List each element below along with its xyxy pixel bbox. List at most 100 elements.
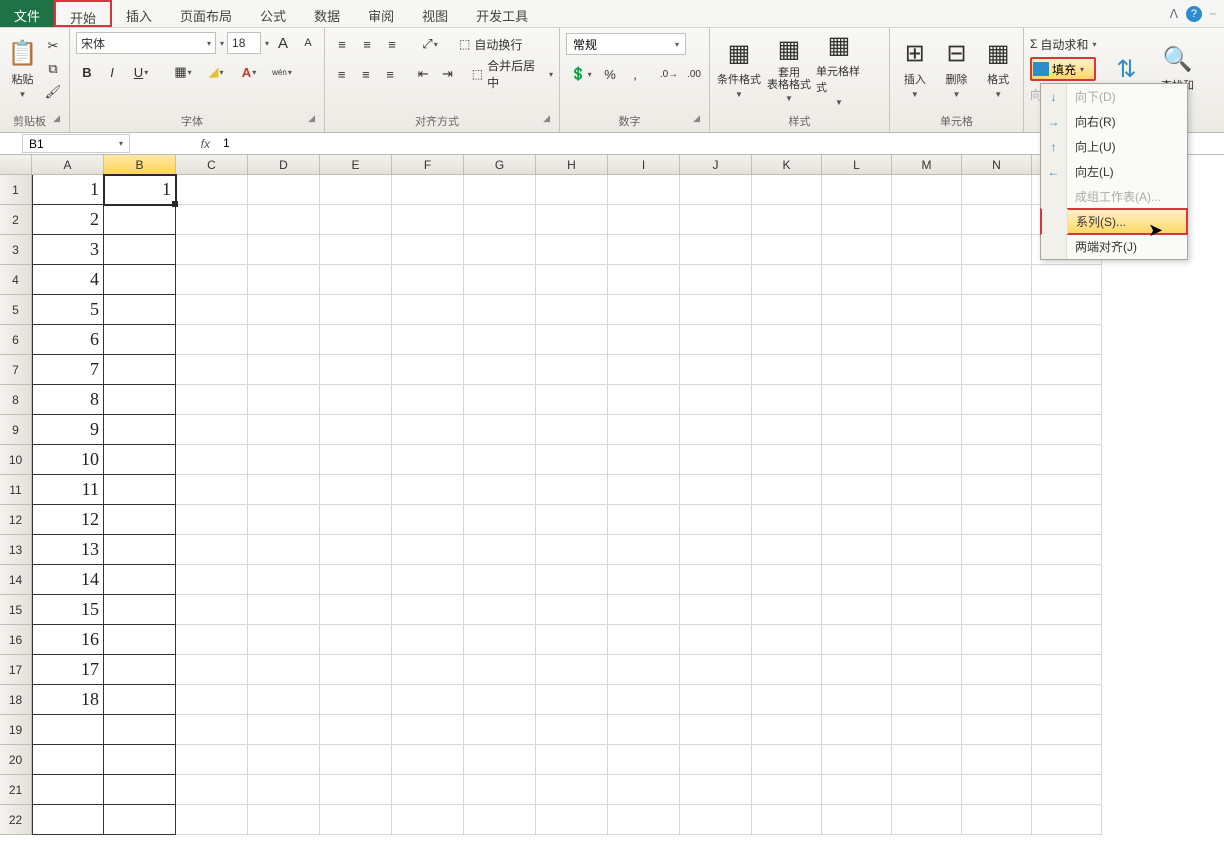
cell[interactable]: [1032, 595, 1102, 625]
column-header[interactable]: K: [752, 155, 822, 175]
cell[interactable]: [104, 385, 176, 415]
cell[interactable]: [752, 355, 822, 385]
row-header[interactable]: 17: [0, 655, 32, 685]
cell[interactable]: [1032, 535, 1102, 565]
row-header[interactable]: 11: [0, 475, 32, 505]
row-header[interactable]: 13: [0, 535, 32, 565]
cell[interactable]: [608, 655, 680, 685]
cell[interactable]: [464, 415, 536, 445]
cell[interactable]: [892, 565, 962, 595]
cell[interactable]: [104, 595, 176, 625]
cell[interactable]: 4: [32, 265, 104, 295]
row-header[interactable]: 6: [0, 325, 32, 355]
cell[interactable]: [536, 685, 608, 715]
row-header[interactable]: 3: [0, 235, 32, 265]
cell[interactable]: [536, 475, 608, 505]
cell[interactable]: [1032, 385, 1102, 415]
row-header[interactable]: 1: [0, 175, 32, 205]
minimize-ribbon-icon[interactable]: ᐱ: [1170, 7, 1178, 21]
menu-tab-formula[interactable]: 公式: [246, 0, 300, 27]
cell[interactable]: [962, 175, 1032, 205]
cell[interactable]: [392, 295, 464, 325]
cell[interactable]: [752, 295, 822, 325]
column-header[interactable]: G: [464, 155, 536, 175]
cell[interactable]: [962, 655, 1032, 685]
cell[interactable]: [962, 415, 1032, 445]
cell[interactable]: [104, 475, 176, 505]
cell[interactable]: [392, 205, 464, 235]
cell[interactable]: [248, 655, 320, 685]
comma-icon[interactable]: ,: [624, 63, 646, 85]
cell[interactable]: [104, 715, 176, 745]
cell[interactable]: [464, 655, 536, 685]
cell[interactable]: [1032, 685, 1102, 715]
chevron-down-icon[interactable]: ▾: [119, 139, 123, 148]
fx-icon[interactable]: fx: [201, 137, 210, 151]
cell[interactable]: [464, 595, 536, 625]
menu-tab-review[interactable]: 审阅: [354, 0, 408, 27]
cell[interactable]: [892, 505, 962, 535]
cell[interactable]: 6: [32, 325, 104, 355]
cell[interactable]: [320, 745, 392, 775]
cell[interactable]: [892, 625, 962, 655]
column-header[interactable]: B: [104, 155, 176, 175]
cell[interactable]: 5: [32, 295, 104, 325]
cell[interactable]: [104, 235, 176, 265]
cell[interactable]: [892, 385, 962, 415]
cell[interactable]: [608, 205, 680, 235]
cell[interactable]: [248, 415, 320, 445]
fill-button[interactable]: 填充 ▾: [1030, 57, 1096, 81]
align-right-icon[interactable]: ≡: [380, 63, 401, 85]
delete-button[interactable]: ⊟ 删除 ▼: [938, 32, 976, 106]
cell[interactable]: [32, 775, 104, 805]
cell[interactable]: [1032, 505, 1102, 535]
cell[interactable]: [680, 775, 752, 805]
cell[interactable]: [680, 235, 752, 265]
dialog-launcher-icon[interactable]: ◢: [693, 113, 700, 124]
cell[interactable]: [248, 205, 320, 235]
cell[interactable]: [680, 415, 752, 445]
cell[interactable]: [608, 265, 680, 295]
cell[interactable]: [962, 475, 1032, 505]
bold-icon[interactable]: B: [76, 61, 98, 83]
cell[interactable]: [536, 505, 608, 535]
cell[interactable]: [822, 325, 892, 355]
cell[interactable]: [320, 385, 392, 415]
align-middle-icon[interactable]: ≡: [356, 33, 378, 55]
cell[interactable]: [176, 265, 248, 295]
wrap-text-button[interactable]: ⬚ 自动换行: [459, 32, 522, 56]
format-painter-icon[interactable]: 🖌: [43, 82, 63, 102]
phonetic-icon[interactable]: wén▾: [267, 61, 297, 83]
dialog-launcher-icon[interactable]: ◢: [308, 113, 315, 124]
cell[interactable]: [608, 685, 680, 715]
cell[interactable]: [752, 505, 822, 535]
cell[interactable]: [248, 325, 320, 355]
cell[interactable]: [320, 505, 392, 535]
cell[interactable]: [608, 805, 680, 835]
fill-menu-justify[interactable]: 两端对齐(J): [1041, 234, 1187, 259]
cell[interactable]: [176, 235, 248, 265]
cell[interactable]: [464, 325, 536, 355]
cell[interactable]: [608, 745, 680, 775]
cell[interactable]: [104, 535, 176, 565]
cell[interactable]: [1032, 445, 1102, 475]
cell[interactable]: [608, 445, 680, 475]
cell[interactable]: [320, 625, 392, 655]
cell[interactable]: [392, 265, 464, 295]
cell[interactable]: [176, 655, 248, 685]
cell[interactable]: [608, 565, 680, 595]
cell[interactable]: [392, 595, 464, 625]
cell[interactable]: [962, 595, 1032, 625]
cell[interactable]: [536, 445, 608, 475]
cell[interactable]: [892, 265, 962, 295]
cell[interactable]: [680, 565, 752, 595]
fillcolor-icon[interactable]: ◢▾: [201, 61, 231, 83]
cell[interactable]: [320, 805, 392, 835]
cell[interactable]: [962, 505, 1032, 535]
column-header[interactable]: F: [392, 155, 464, 175]
underline-icon[interactable]: U▾: [126, 61, 156, 83]
column-header[interactable]: D: [248, 155, 320, 175]
cell[interactable]: [176, 475, 248, 505]
cell[interactable]: [464, 235, 536, 265]
cell[interactable]: 10: [32, 445, 104, 475]
